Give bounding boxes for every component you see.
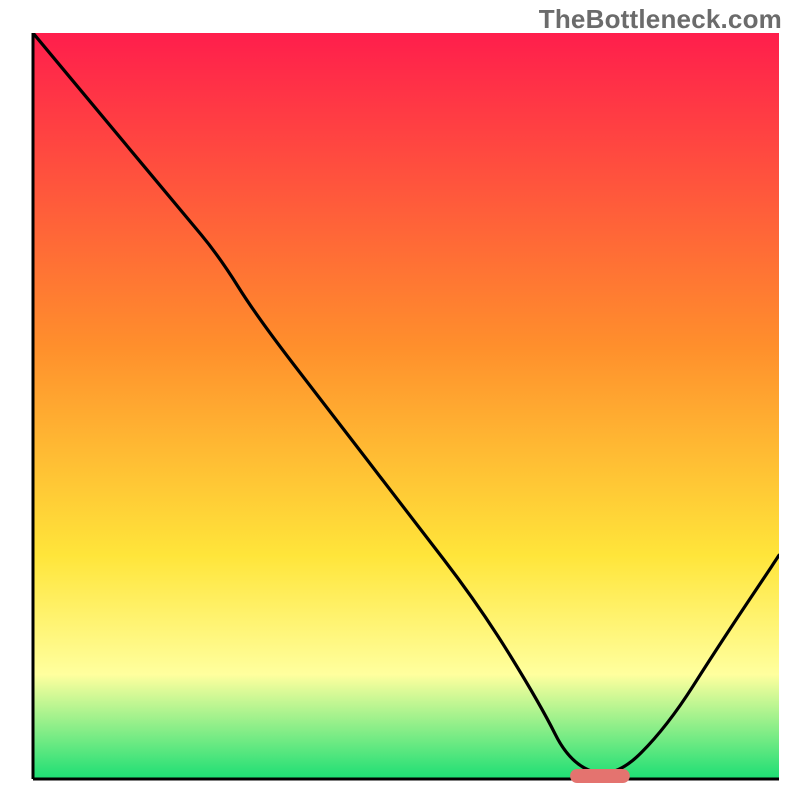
- watermark-text: TheBottleneck.com: [539, 4, 782, 35]
- plot-background: [33, 33, 779, 779]
- bottleneck-chart: [0, 0, 800, 800]
- optimal-marker: [570, 769, 630, 783]
